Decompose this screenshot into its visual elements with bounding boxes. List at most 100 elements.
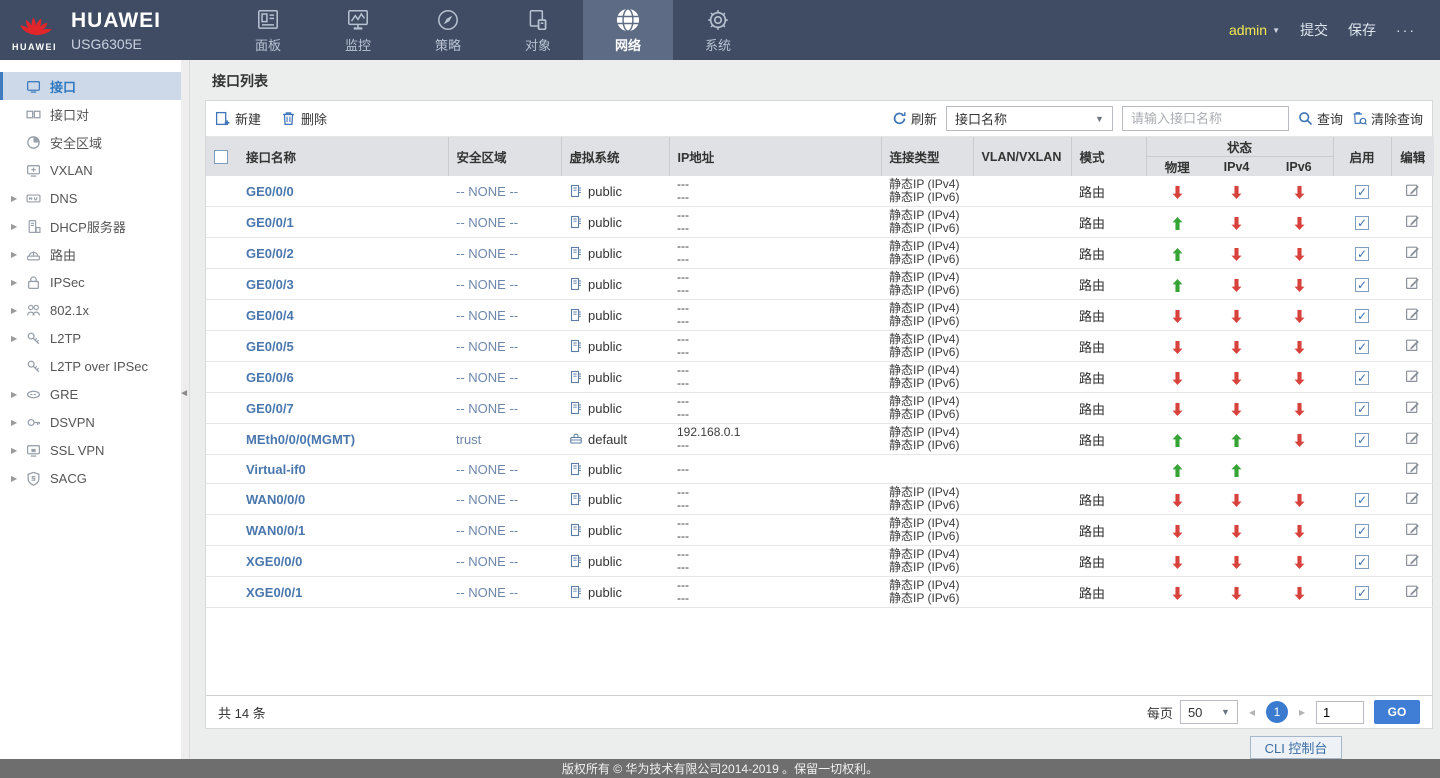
interface-name-link[interactable]: GE0/0/4 [246, 308, 294, 323]
enable-checkbox[interactable]: ✓ [1355, 555, 1369, 569]
sidebar-item-1[interactable]: 接口对 [0, 100, 189, 128]
sidebar-collapse-handle[interactable]: ◄ [179, 388, 189, 399]
nav-tab-2[interactable]: 策略 [403, 0, 493, 60]
sidebar-item-9[interactable]: ▶L2TP [0, 324, 189, 352]
interface-name-link[interactable]: GE0/0/0 [246, 184, 294, 199]
interface-name-link[interactable]: GE0/0/1 [246, 215, 294, 230]
enable-checkbox[interactable]: ✓ [1355, 216, 1369, 230]
edit-icon[interactable] [1405, 213, 1420, 228]
zone-link[interactable]: -- NONE -- [456, 246, 518, 261]
nav-tab-3[interactable]: 对象 [493, 0, 583, 60]
edit-icon[interactable] [1405, 182, 1420, 197]
sidebar-item-5[interactable]: ▶DHCP服务器 [0, 212, 189, 240]
sidebar-item-8[interactable]: ▶802.1x [0, 296, 189, 324]
sidebar-item-14[interactable]: ▶SACG [0, 464, 189, 492]
interface-name-link[interactable]: GE0/0/7 [246, 401, 294, 416]
phy-status-cell [1146, 577, 1208, 608]
zone-link[interactable]: trust [456, 432, 481, 447]
zone-link[interactable]: -- NONE -- [456, 277, 518, 292]
zone-link[interactable]: -- NONE -- [456, 370, 518, 385]
sidebar-item-2[interactable]: 安全区域 [0, 128, 189, 156]
sidebar-item-13[interactable]: ▶SSL VPN [0, 436, 189, 464]
enable-checkbox[interactable]: ✓ [1355, 586, 1369, 600]
delete-button[interactable]: 删除 [281, 109, 327, 128]
interface-name-link[interactable]: Virtual-if0 [246, 462, 306, 477]
interface-name-link[interactable]: GE0/0/5 [246, 339, 294, 354]
submit-button[interactable]: 提交 [1300, 20, 1328, 40]
zone-link[interactable]: -- NONE -- [456, 462, 518, 477]
edit-icon[interactable] [1405, 399, 1420, 414]
edit-icon[interactable] [1405, 552, 1420, 567]
enable-checkbox[interactable]: ✓ [1355, 371, 1369, 385]
zone-link[interactable]: -- NONE -- [456, 554, 518, 569]
clear-query-button[interactable]: 清除查询 [1352, 109, 1423, 128]
nav-tab-5[interactable]: 系统 [673, 0, 763, 60]
edit-icon[interactable] [1405, 430, 1420, 445]
nav-tab-4[interactable]: 网络 [583, 0, 673, 60]
edit-icon[interactable] [1405, 490, 1420, 505]
zone-link[interactable]: -- NONE -- [456, 184, 518, 199]
new-button[interactable]: 新建 [215, 109, 261, 128]
zone-link[interactable]: -- NONE -- [456, 585, 518, 600]
select-all-checkbox[interactable]: ✓ [214, 150, 228, 164]
interface-name-link[interactable]: WAN0/0/1 [246, 523, 305, 538]
edit-icon[interactable] [1405, 337, 1420, 352]
sidebar-item-6[interactable]: ▶路由 [0, 240, 189, 268]
enable-checkbox[interactable]: ✓ [1355, 278, 1369, 292]
enable-checkbox[interactable]: ✓ [1355, 433, 1369, 447]
enable-checkbox[interactable]: ✓ [1355, 524, 1369, 538]
enable-checkbox[interactable]: ✓ [1355, 493, 1369, 507]
edit-icon[interactable] [1405, 275, 1420, 290]
per-page-select[interactable]: 50 ▼ [1180, 700, 1238, 724]
edit-icon[interactable] [1405, 368, 1420, 383]
sidebar-item-10[interactable]: L2TP over IPSec [0, 352, 189, 380]
nav-tab-1[interactable]: 监控 [313, 0, 403, 60]
interface-name-link[interactable]: GE0/0/2 [246, 246, 294, 261]
edit-icon[interactable] [1405, 460, 1420, 475]
sidebar-scrollbar[interactable] [181, 60, 189, 759]
more-menu-icon[interactable]: ··· [1396, 22, 1416, 38]
save-button[interactable]: 保存 [1348, 20, 1376, 40]
next-page-icon[interactable]: ▸ [1295, 705, 1309, 719]
go-button[interactable]: GO [1374, 700, 1420, 724]
zone-link[interactable]: -- NONE -- [456, 401, 518, 416]
zone-link[interactable]: -- NONE -- [456, 523, 518, 538]
app-window: HUAWEI HUAWEI USG6305E 面板监控策略对象网络系统 admi… [0, 0, 1440, 778]
page-number-input[interactable] [1316, 701, 1364, 724]
sidebar-item-11[interactable]: ▶GRE [0, 380, 189, 408]
nav-tab-0[interactable]: 面板 [223, 0, 313, 60]
edit-icon[interactable] [1405, 583, 1420, 598]
cli-console-button[interactable]: CLI 控制台 [1250, 736, 1342, 759]
sidebar-item-7[interactable]: ▶IPSec [0, 268, 189, 296]
enable-checkbox[interactable]: ✓ [1355, 402, 1369, 416]
interface-name-link[interactable]: GE0/0/3 [246, 277, 294, 292]
enable-checkbox[interactable]: ✓ [1355, 185, 1369, 199]
interface-name-link[interactable]: MEth0/0/0(MGMT) [246, 432, 355, 447]
refresh-button[interactable]: 刷新 [892, 109, 937, 128]
sidebar-item-3[interactable]: VXLAN [0, 156, 189, 184]
current-page-badge[interactable]: 1 [1266, 701, 1288, 723]
sidebar-item-4[interactable]: ▶DNS [0, 184, 189, 212]
interface-name-link[interactable]: XGE0/0/0 [246, 554, 302, 569]
search-input[interactable] [1122, 106, 1289, 131]
zone-link[interactable]: -- NONE -- [456, 308, 518, 323]
zone-link[interactable]: -- NONE -- [456, 492, 518, 507]
interface-name-link[interactable]: GE0/0/6 [246, 370, 294, 385]
zone-link[interactable]: -- NONE -- [456, 215, 518, 230]
sidebar-item-0[interactable]: 接口 [0, 72, 189, 100]
enable-checkbox[interactable]: ✓ [1355, 309, 1369, 323]
enable-checkbox[interactable]: ✓ [1355, 247, 1369, 261]
edit-icon[interactable] [1405, 244, 1420, 259]
enable-checkbox[interactable]: ✓ [1355, 340, 1369, 354]
sidebar-item-12[interactable]: ▶DSVPN [0, 408, 189, 436]
query-button[interactable]: 查询 [1298, 109, 1343, 128]
prev-page-icon[interactable]: ◂ [1245, 705, 1259, 719]
filter-field-select[interactable]: 接口名称 ▼ [946, 106, 1113, 131]
interface-name-link[interactable]: WAN0/0/0 [246, 492, 305, 507]
edit-icon[interactable] [1405, 521, 1420, 536]
zone-link[interactable]: -- NONE -- [456, 339, 518, 354]
admin-menu[interactable]: admin ▼ [1229, 22, 1280, 38]
status-down-arrow-icon [1172, 553, 1183, 568]
interface-name-link[interactable]: XGE0/0/1 [246, 585, 302, 600]
edit-icon[interactable] [1405, 306, 1420, 321]
